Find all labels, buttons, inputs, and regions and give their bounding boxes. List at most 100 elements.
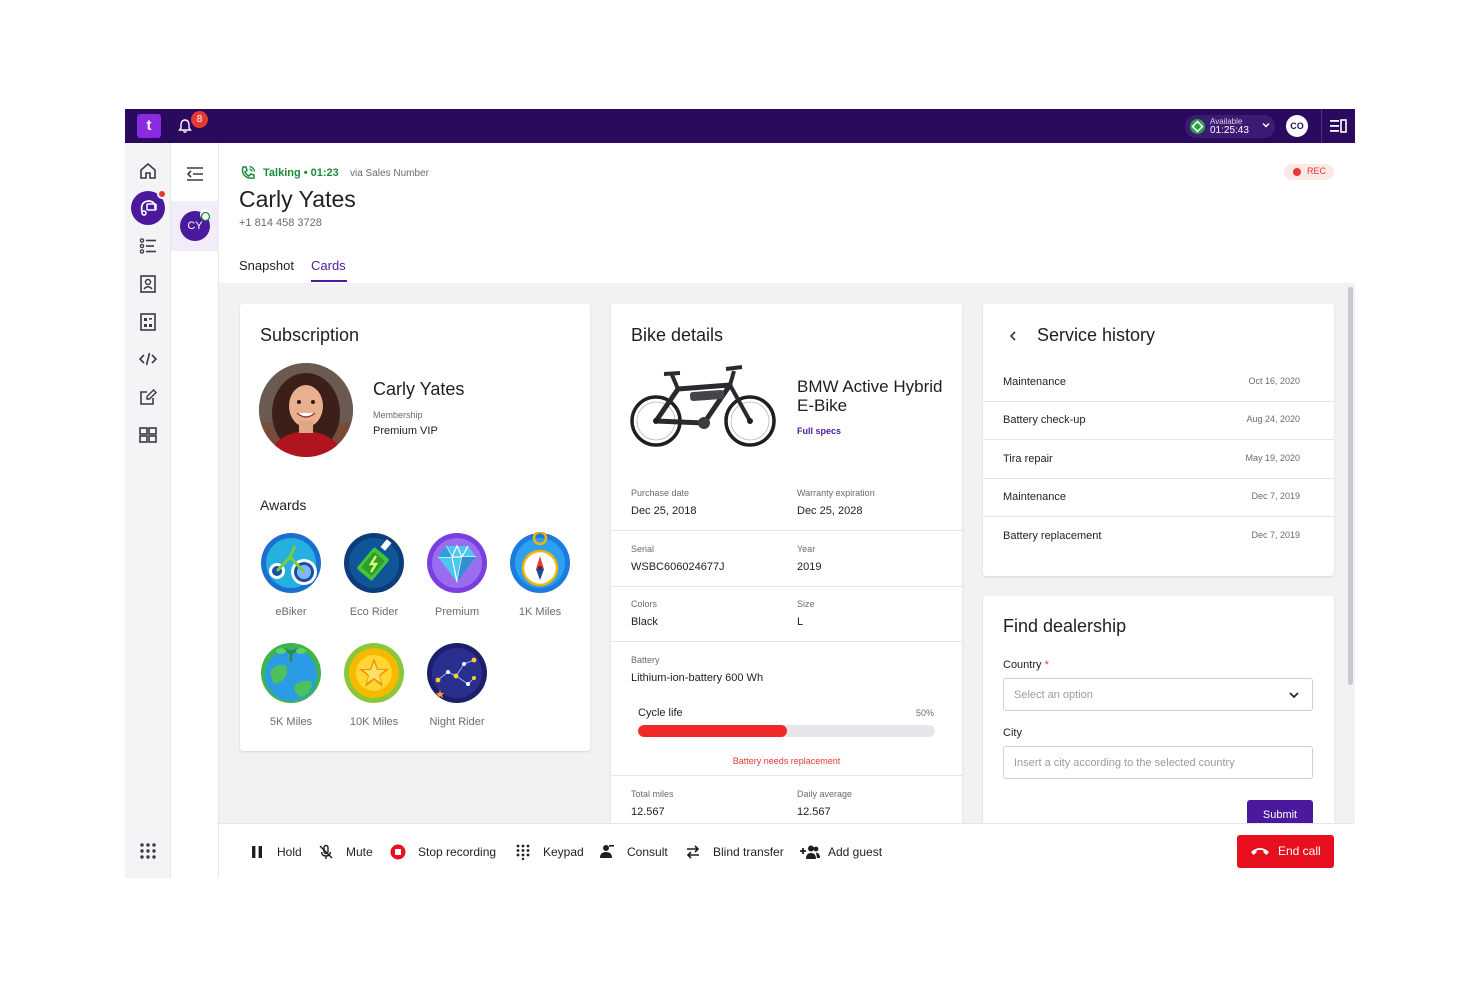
bike-details-card: Bike details BMW Active Hybrid E-Bike Fu… [611, 304, 962, 844]
city-input[interactable]: Insert a city according to the selected … [1003, 746, 1313, 779]
cycle-life-bar [638, 725, 935, 737]
tab-cards[interactable]: Cards [311, 258, 346, 273]
required-marker: * [1044, 659, 1049, 671]
blind-transfer-label: Blind transfer [713, 845, 784, 859]
service-row[interactable]: Maintenance Dec 7, 2019 [983, 479, 1334, 517]
service-history-card: Service history Maintenance Oct 16, 2020… [983, 304, 1334, 576]
award-premium[interactable]: Premium [417, 532, 497, 618]
edit-icon[interactable] [138, 387, 158, 407]
main-content: Talking • 01:23 via Sales Number Carly Y… [219, 143, 1355, 878]
purchase-date: Dec 25, 2018 [631, 505, 697, 517]
stop-record-icon [390, 844, 406, 860]
available-icon [1190, 119, 1205, 134]
tab-snapshot[interactable]: Snapshot [239, 258, 294, 273]
service-row[interactable]: Maintenance Oct 16, 2020 [983, 364, 1334, 402]
year-value: 2019 [797, 561, 822, 573]
service-name: Maintenance [1003, 376, 1066, 388]
membership-value: Premium VIP [373, 425, 438, 437]
notification-badge: 8 [191, 111, 208, 128]
country-select[interactable]: Select an option [1003, 678, 1313, 711]
chevron-left-icon[interactable] [1007, 330, 1019, 342]
daily-average-label: Daily average [797, 789, 853, 799]
serial-value: WSBC606024677J [631, 561, 725, 573]
home-icon[interactable] [138, 161, 158, 181]
end-call-button[interactable]: End call [1237, 835, 1334, 868]
recording-label: REC [1307, 166, 1327, 176]
battery-warning: Battery needs replacement [732, 756, 841, 766]
service-row[interactable]: Tira repair May 19, 2020 [983, 441, 1334, 479]
top-bar: t 8 Available 01:25:43 CO [125, 109, 1355, 143]
call-status: Talking • 01:23 [263, 167, 339, 179]
app-logo[interactable]: t [137, 114, 161, 138]
recording-badge: REC [1284, 164, 1334, 180]
chevron-down-icon [1289, 692, 1299, 699]
app-launcher-icon[interactable] [138, 841, 158, 861]
award-night-rider[interactable]: Night Rider [417, 642, 497, 728]
subscription-title: Subscription [260, 325, 360, 345]
cycle-life-percent: 50% [916, 708, 935, 718]
award-5k-miles[interactable]: 5K Miles [251, 642, 331, 728]
divider [611, 586, 962, 587]
daily-average: 12.567 [797, 806, 831, 818]
service-date: Dec 7, 2019 [1251, 491, 1300, 501]
code-icon[interactable] [138, 349, 158, 369]
bike-image [630, 365, 776, 447]
collapse-menu-icon[interactable] [186, 166, 204, 182]
mute-label: Mute [346, 845, 373, 859]
battery-value: Lithium-ion-battery 600 Wh [631, 672, 764, 684]
award-label: Premium [434, 606, 479, 618]
service-row[interactable]: Battery check-up Aug 24, 2020 [983, 402, 1334, 440]
interactions-column: CY [171, 143, 219, 878]
service-row[interactable]: Battery replacement Dec 7, 2019 [983, 518, 1334, 556]
caller-phone: +1 814 458 3728 [239, 217, 322, 229]
list-icon[interactable] [138, 236, 158, 256]
size-label: Size [797, 599, 815, 609]
subscription-card: Subscription Carly Yates Membership Prem… [240, 304, 590, 751]
compass-award-icon [510, 532, 570, 593]
bike-details-title: Bike details [631, 325, 724, 345]
mic-off-icon [319, 844, 333, 859]
city-placeholder: Insert a city according to the selected … [1014, 757, 1235, 769]
service-name: Battery check-up [1003, 414, 1086, 426]
availability-selector[interactable]: Available 01:25:43 [1185, 115, 1275, 138]
awards-title: Awards [260, 497, 307, 513]
user-avatar[interactable]: CO [1286, 115, 1308, 137]
scrollbar[interactable] [1348, 287, 1353, 685]
award-1k-miles[interactable]: 1K Miles [500, 532, 580, 618]
year-label: Year [797, 544, 816, 554]
phone-badge-icon [200, 209, 211, 222]
award-label: Night Rider [429, 716, 485, 728]
warranty-date: Dec 25, 2028 [797, 505, 863, 517]
find-dealership-title: Find dealership [1003, 616, 1127, 636]
consult-label: Consult [627, 845, 668, 859]
reports-icon[interactable] [138, 312, 158, 332]
battery-label: Battery [631, 655, 660, 665]
caller-name: Carly Yates [239, 186, 356, 212]
award-label: Eco Rider [349, 606, 399, 618]
star-award-icon [344, 643, 404, 703]
full-specs-link[interactable]: Full specs [797, 426, 841, 436]
apps-grid-icon[interactable] [138, 425, 158, 445]
service-history-title: Service history [1037, 325, 1156, 345]
service-name: Maintenance [1003, 491, 1066, 503]
chevron-down-icon [1262, 123, 1270, 128]
status-timer: 01:25:43 [1210, 125, 1249, 136]
contacts-icon[interactable] [138, 274, 158, 294]
divider [611, 530, 962, 531]
colors-value: Black [631, 616, 658, 628]
country-label-text: Country [1003, 659, 1042, 671]
size-value: L [797, 616, 804, 628]
award-eco-rider[interactable]: Eco Rider [334, 532, 414, 618]
subscriber-name: Carly Yates [373, 379, 465, 399]
side-panel-icon[interactable] [1329, 118, 1347, 134]
call-via: via Sales Number [350, 168, 429, 179]
country-placeholder: Select an option [1014, 689, 1093, 701]
hang-up-icon [1251, 848, 1269, 855]
award-10k-miles[interactable]: 10K Miles [334, 642, 414, 728]
award-ebiker[interactable]: eBiker [251, 532, 331, 618]
rail-alert-dot [157, 189, 167, 199]
service-date: Oct 16, 2020 [1248, 376, 1300, 386]
award-label: 1K Miles [518, 606, 562, 618]
transfer-arrows-icon [686, 845, 700, 859]
service-name: Tira repair [1003, 453, 1053, 465]
